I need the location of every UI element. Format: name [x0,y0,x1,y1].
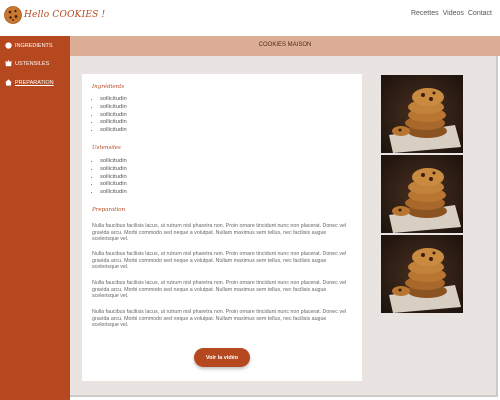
nav-link-recettes[interactable]: Recettes [411,10,439,17]
nav-link-videos[interactable]: Videos [443,10,464,17]
preparation-paragraph: Nulla faucibus facilisis lacus, ut rutru… [92,223,347,243]
brand-name[interactable]: Hello COOKIES ! [24,10,105,20]
watch-video-button[interactable]: Voir la vidéo [194,348,250,367]
cookie-stack-image [381,155,463,233]
cookie-photo [381,75,463,153]
home-icon [5,79,12,86]
ingredients-list: sollicitudin sollicitudin sollicitudin s… [100,96,127,135]
circle-icon [5,42,12,49]
top-nav: Recettes Videos Contact [411,10,492,17]
recipe-card: Ingrédients sollicitudin sollicitudin so… [82,74,362,381]
cookie-photo [381,155,463,233]
ustensiles-heading: Ustensiles [92,145,121,151]
ingredients-heading: Ingrédients [92,84,125,90]
pot-icon [5,60,12,67]
cookie-logo-icon[interactable] [3,5,23,25]
list-item: sollicitudin [100,174,127,182]
sidebar-item-label: PREPARATION [15,79,54,86]
list-item: sollicitudin [100,104,127,112]
app: Hello COOKIES ! Recettes Videos Contact … [0,0,500,400]
list-item: sollicitudin [100,166,127,174]
list-item: sollicitudin [100,112,127,120]
cookie-photo [381,235,463,313]
list-item: sollicitudin [100,158,127,166]
header: Hello COOKIES ! Recettes Videos Contact [0,0,500,36]
nav-link-contact[interactable]: Contact [468,10,492,17]
sidebar-item-ustensiles[interactable]: USTENSILES [5,60,49,67]
sidebar: INGREDIENTS USTENSILES PREPARATION [0,36,70,400]
preparation-heading: Preparation [92,207,126,213]
page-banner: COOKIES MAISON [70,36,500,56]
list-item: sollicitudin [100,181,127,189]
list-item: sollicitudin [100,119,127,127]
preparation-paragraph: Nulla faucibus facilisis lacus, ut rutru… [92,309,347,329]
sidebar-item-label: USTENSILES [15,60,50,67]
cookie-stack-image [381,75,463,153]
cookie-stack-image [381,235,463,313]
list-item: sollicitudin [100,96,127,104]
preparation-paragraph: Nulla faucibus facilisis lacus, ut rutru… [92,280,347,300]
page-title: COOKIES MAISON [258,42,312,48]
sidebar-item-ingredients[interactable]: INGREDIENTS [5,42,53,49]
sidebar-item-label: INGREDIENTS [15,42,53,49]
preparation-paragraph: Nulla faucibus facilisis lacus, ut rutru… [92,251,347,271]
list-item: sollicitudin [100,189,127,197]
sidebar-item-preparation[interactable]: PREPARATION [5,79,54,86]
ustensiles-list: sollicitudin sollicitudin sollicitudin s… [100,158,127,197]
list-item: sollicitudin [100,127,127,135]
